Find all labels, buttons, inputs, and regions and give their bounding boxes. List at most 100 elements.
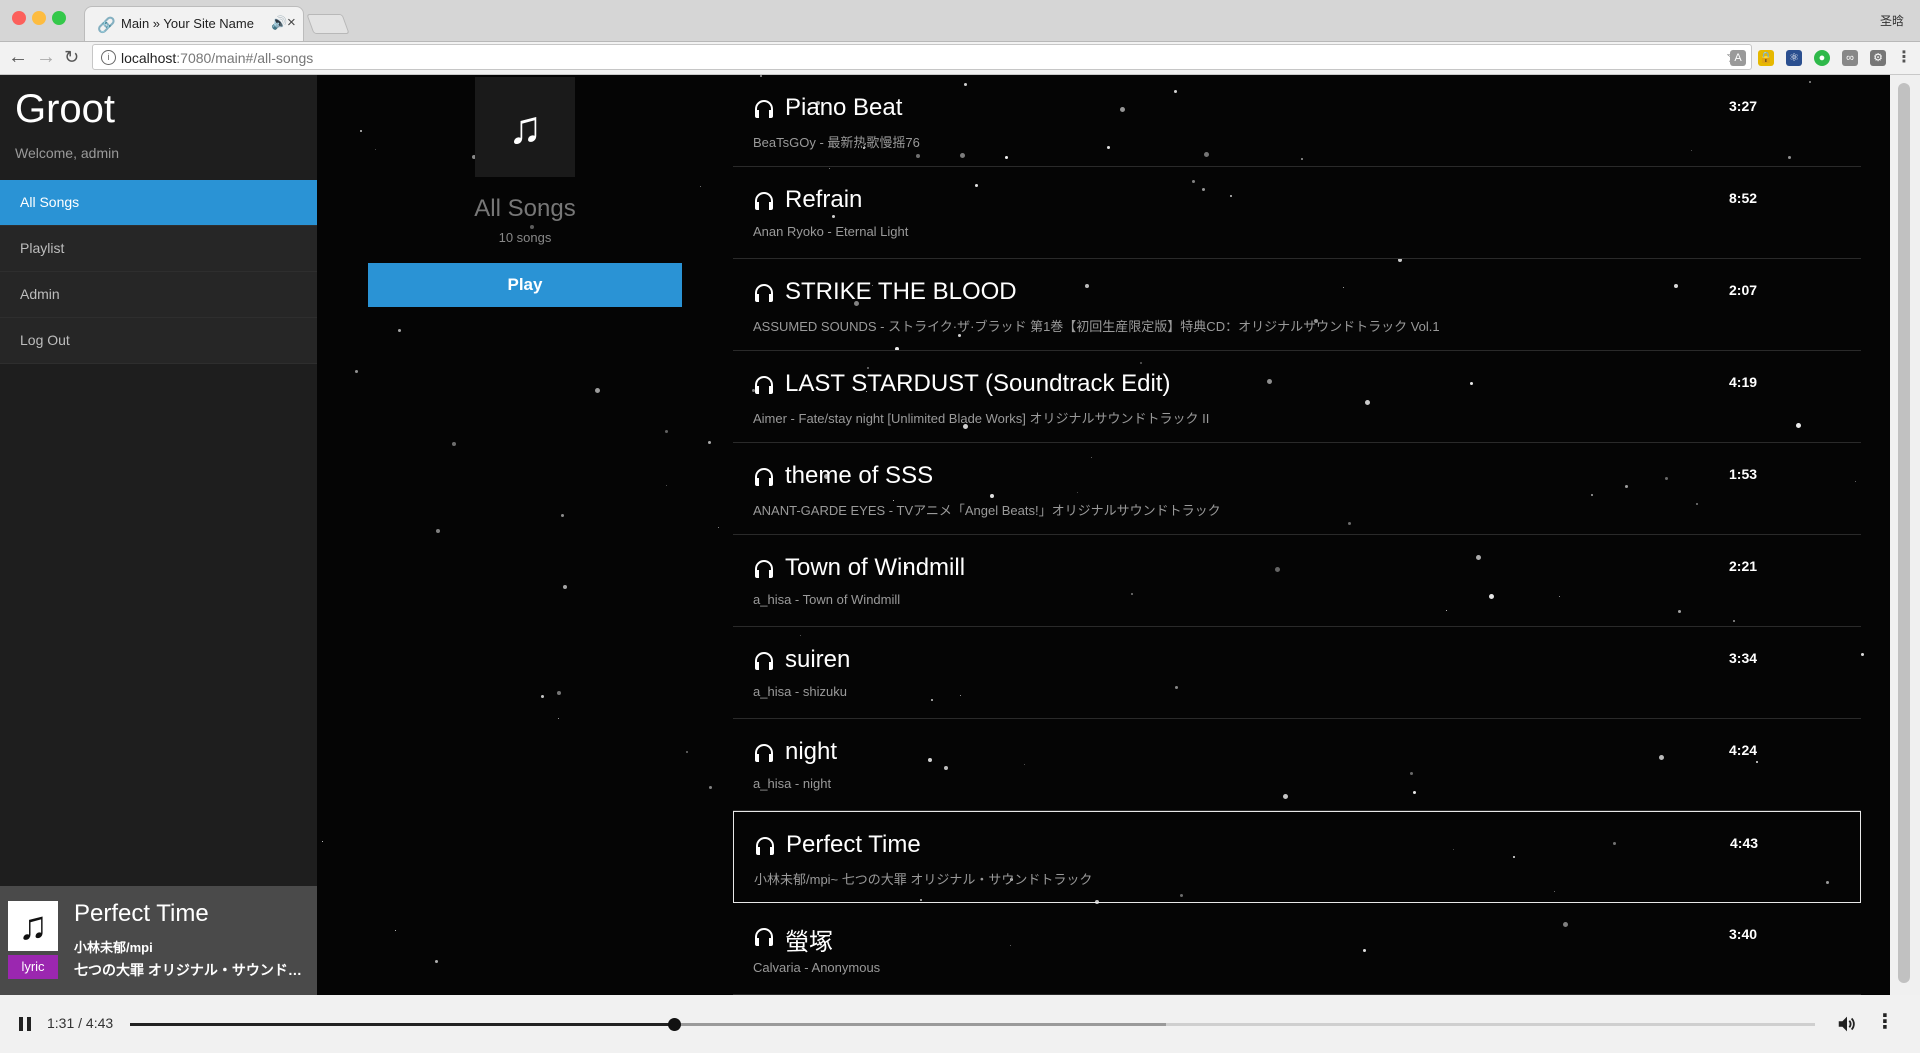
star-particle	[557, 718, 559, 720]
new-tab-button[interactable]	[306, 14, 350, 34]
star-particle	[686, 751, 689, 754]
react-extension-icon[interactable]: ⚛	[1786, 50, 1802, 66]
star-particle	[717, 526, 719, 528]
song-list: Piano Beat BeaTsGOy - 最新热歌慢摇76 3:27 Refrain…	[733, 75, 1861, 995]
scrollbar-thumb[interactable]	[1898, 83, 1910, 983]
song-row[interactable]: LAST STARDUST (Soundtrack Edit) Aimer - F…	[733, 351, 1861, 443]
song-duration: 3:27	[1729, 98, 1758, 114]
headphones-icon	[752, 649, 776, 678]
song-title: suiren	[785, 646, 851, 673]
tab-close-icon[interactable]: ×	[287, 14, 296, 31]
headphones-icon	[752, 925, 776, 954]
song-meta: a_hisa - night	[753, 776, 832, 791]
minimize-window-button[interactable]	[32, 11, 46, 25]
browser-tab[interactable]: 🔗 Main » Your Site Name 🔊 ×	[84, 6, 304, 41]
page-scrollbar[interactable]	[1890, 75, 1920, 995]
song-meta: a_hisa - shizuku	[753, 684, 847, 699]
url-host: localhost	[121, 50, 177, 66]
song-duration: 3:40	[1729, 926, 1758, 942]
url-text[interactable]: localhost:7080/main#/all-songs	[121, 50, 313, 66]
star-particle	[699, 186, 701, 188]
play-button[interactable]: Play	[368, 263, 682, 307]
playlist-title: All Songs	[474, 195, 576, 222]
headphones-icon	[752, 741, 776, 770]
song-title: Refrain	[785, 186, 863, 213]
star-particle	[321, 840, 323, 842]
song-title: LAST STARDUST (Soundtrack Edit)	[785, 370, 1171, 397]
song-row[interactable]: Refrain Anan Ryoko - Eternal Light 8:52	[733, 167, 1861, 259]
headphones-icon	[752, 465, 776, 494]
sidebar: Groot Welcome, admin All Songs Playlist …	[0, 75, 317, 995]
song-row[interactable]: 螢塚 Calvaria - Anonymous 3:40	[733, 903, 1861, 995]
star-particle	[530, 224, 535, 229]
sidebar-item-playlist[interactable]: Playlist	[0, 226, 317, 272]
forward-icon[interactable]: →	[36, 46, 56, 68]
browser-toolbar: ← → ↻ i localhost:7080/main#/all-songs ☆…	[0, 42, 1920, 75]
tab-title: Main » Your Site Name	[121, 16, 254, 31]
star-particle	[595, 388, 601, 394]
close-window-button[interactable]	[12, 11, 26, 25]
green-extension-icon[interactable]: ●	[1814, 50, 1830, 66]
audio-player: 1:31 / 4:43 ⋮	[0, 995, 1920, 1053]
star-particle	[665, 429, 669, 433]
profile-name[interactable]: 圣晗	[1880, 12, 1904, 29]
playlist-cover-music-note-icon: ♫	[475, 77, 575, 177]
star-particle	[557, 690, 562, 695]
song-row[interactable]: Piano Beat BeaTsGOy - 最新热歌慢摇76 3:27	[733, 75, 1861, 167]
pause-icon[interactable]	[18, 1017, 32, 1031]
star-particle	[436, 528, 441, 533]
song-duration: 3:34	[1729, 650, 1758, 666]
seek-knob[interactable]	[668, 1018, 682, 1031]
link-extension-icon[interactable]: ∞	[1842, 50, 1858, 66]
song-row[interactable]: Perfect Time 小林未郁/mpi~ 七つの大罪 オリジナル・サウンドトラ…	[733, 811, 1861, 903]
now-playing-artist: 小林未郁/mpi	[74, 940, 153, 955]
now-playing-music-note-icon: ♫	[8, 901, 58, 951]
browser-tab-bar: 🔗 Main » Your Site Name 🔊 × 圣晗	[0, 0, 1920, 42]
sidebar-item-log-out[interactable]: Log Out	[0, 318, 317, 364]
more-vert-icon[interactable]: ⋮	[1875, 1012, 1895, 1032]
song-meta: ANANT-GARDE EYES - TVアニメ「Angel Beats!」オリ…	[753, 503, 1221, 518]
volume-icon[interactable]	[1836, 1013, 1858, 1035]
sidebar-item-admin[interactable]: Admin	[0, 272, 317, 318]
brand-logo[interactable]: Groot	[15, 87, 115, 132]
song-duration: 4:19	[1729, 374, 1758, 390]
reload-icon[interactable]: ↻	[64, 46, 79, 68]
song-row[interactable]: night a_hisa - night 4:24	[733, 719, 1861, 811]
tab-audio-icon[interactable]: 🔊	[271, 15, 287, 31]
song-row[interactable]: STRIKE THE BLOOD ASSUMED SOUNDS - ストライク·ザ…	[733, 259, 1861, 351]
star-particle	[359, 130, 362, 133]
adblock-extension-icon[interactable]: A	[1730, 50, 1746, 66]
song-title: theme of SSS	[785, 462, 934, 489]
playback-time: 1:31 / 4:43	[47, 1015, 114, 1031]
song-meta: a_hisa - Town of Windmill	[753, 592, 901, 607]
song-meta: Calvaria - Anonymous	[753, 960, 881, 975]
lyric-button[interactable]: lyric	[8, 955, 58, 979]
star-particle	[434, 960, 438, 964]
song-row[interactable]: theme of SSS ANANT-GARDE EYES - TVアニメ「Ang…	[733, 443, 1861, 535]
seek-bar[interactable]	[130, 1018, 1815, 1031]
star-particle	[709, 785, 713, 789]
song-duration: 1:53	[1729, 466, 1758, 482]
star-particle	[707, 440, 711, 444]
headphones-icon	[752, 373, 776, 402]
song-title: STRIKE THE BLOOD	[785, 278, 1017, 305]
welcome-text: Welcome, admin	[15, 145, 120, 161]
playlist-count: 10 songs	[498, 230, 552, 245]
song-meta: BeaTsGOy - 最新热歌慢摇76	[753, 135, 920, 150]
star-particle	[1861, 652, 1865, 656]
sidebar-item-all-songs[interactable]: All Songs	[0, 180, 317, 226]
back-icon[interactable]: ←	[8, 46, 28, 68]
now-playing-title: Perfect Time	[74, 900, 209, 927]
zoom-window-button[interactable]	[52, 11, 66, 25]
sidebar-nav: All Songs Playlist Admin Log Out	[0, 180, 317, 364]
site-info-icon[interactable]: i	[101, 50, 116, 65]
browser-menu-icon[interactable]: ⋮	[1896, 50, 1912, 66]
lock-extension-icon[interactable]: 🔒	[1758, 50, 1774, 66]
address-bar[interactable]: i localhost:7080/main#/all-songs ☆	[92, 44, 1752, 70]
song-row[interactable]: suiren a_hisa - shizuku 3:34	[733, 627, 1861, 719]
song-row[interactable]: Town of Windmill a_hisa - Town of Windmil…	[733, 535, 1861, 627]
now-playing-panel: ♫ lyric Perfect Time 小林未郁/mpi 七つの大罪 オリジナ…	[0, 886, 317, 995]
settings-extension-icon[interactable]: ⚙	[1870, 50, 1886, 66]
song-meta: 小林未郁/mpi~ 七つの大罪 オリジナル・サウンドトラック	[754, 872, 1093, 887]
headphones-icon	[752, 97, 776, 126]
